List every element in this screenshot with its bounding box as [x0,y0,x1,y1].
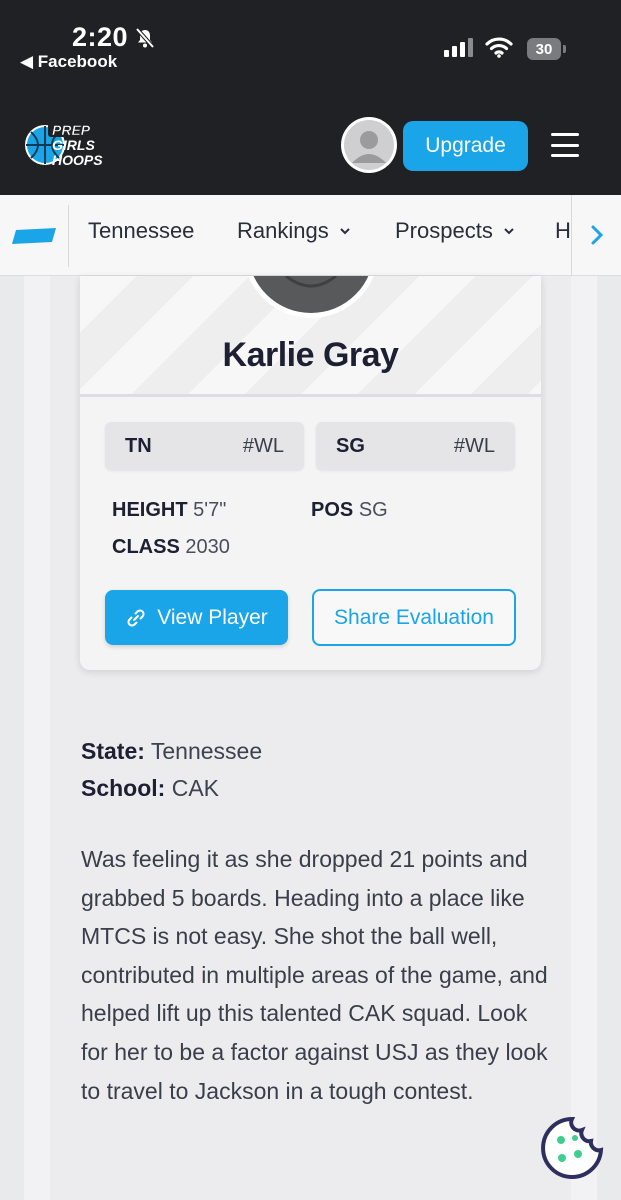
nav-item-cut-off[interactable]: H [555,218,571,252]
logo-line-2: GIRLS [52,137,95,153]
detail-label: State: [81,738,145,764]
stat-value: 2030 [185,536,230,558]
nav-item-label: Prospects [395,218,493,243]
tennessee-state-icon[interactable] [12,228,56,249]
player-card: Karlie Gray TN #WL SG #WL HEIGHT 5'7" CL… [80,276,541,670]
prep-girls-hoops-logo[interactable]: PREP GIRLS HOOPS [22,120,116,175]
state-detail: State: Tennessee [81,738,262,765]
nav-item-label: Rankings [237,218,329,243]
view-player-button[interactable]: View Player [105,590,288,645]
rank-chip-value: #WL [242,434,284,457]
menu-icon[interactable] [551,133,579,157]
player-card-banner: Karlie Gray [80,276,541,397]
rank-chip-label: TN [125,434,152,457]
signal-icon [444,38,473,57]
cookie-settings-icon[interactable] [540,1116,604,1180]
upgrade-button[interactable]: Upgrade [403,121,528,171]
bell-muted-icon [134,27,156,54]
detail-label: School: [81,775,166,801]
position-stat: POS SG [311,499,388,522]
chevron-down-icon [340,228,350,235]
chevron-down-icon [504,228,514,235]
stat-label: HEIGHT [112,499,188,521]
player-name: Karlie Gray [222,336,399,374]
user-avatar-button[interactable] [341,117,397,173]
wifi-icon [485,36,513,63]
rank-chip-label: SG [336,434,365,457]
nav-divider [68,205,69,267]
nav-item-tennessee[interactable]: Tennessee [88,218,194,244]
user-icon [344,120,394,170]
link-icon [127,608,145,627]
logo-line-1: PREP [52,122,91,138]
school-detail: School: CAK [81,775,219,802]
stat-value: 5'7" [193,499,227,521]
share-evaluation-button[interactable]: Share Evaluation [312,589,516,646]
nav-item-label: Tennessee [88,218,195,243]
battery-icon: 30 [527,38,561,60]
status-bar: 2:20 ◀ Facebook 30 [0,0,621,100]
detail-value: Tennessee [150,738,263,764]
view-player-label: View Player [157,605,268,629]
logo-line-3: HOOPS [52,152,103,168]
stat-label: CLASS [112,536,180,558]
nav-item-rankings[interactable]: Rankings [237,218,351,244]
class-stat: CLASS 2030 [112,536,230,559]
status-time: 2:20 [72,22,129,52]
height-stat: HEIGHT 5'7" [112,499,226,522]
chevron-right-icon[interactable] [580,218,614,252]
evaluation-text: Was feeling it as she dropped 21 points … [81,846,548,1104]
detail-value: CAK [171,775,220,801]
stat-value: SG [358,499,388,521]
rank-chip-value: #WL [453,434,495,457]
nav-divider [571,195,572,275]
position-rank-chip: SG #WL [316,422,515,470]
state-rank-chip: TN #WL [105,422,304,470]
nav-item-prospects[interactable]: Prospects [395,218,515,244]
stat-label: POS [311,499,354,521]
battery-nub [563,45,566,53]
player-avatar [242,276,380,320]
back-to-app-link[interactable]: ◀ Facebook [20,52,117,72]
